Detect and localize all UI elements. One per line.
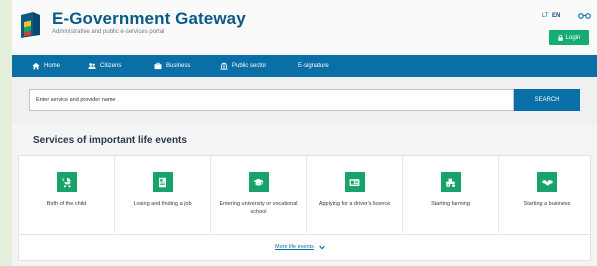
id-card-icon bbox=[349, 178, 360, 186]
card-icon-box bbox=[440, 172, 461, 192]
search-button[interactable]: SEARCH bbox=[514, 89, 580, 111]
life-event-card-farming[interactable]: Starting farming bbox=[403, 156, 499, 235]
page: E-Government Gateway Administrative and … bbox=[12, 0, 597, 266]
handshake-icon bbox=[541, 179, 553, 186]
more-life-events-label: More life events bbox=[275, 244, 314, 250]
home-icon bbox=[32, 62, 40, 70]
card-icon-box bbox=[537, 172, 557, 192]
document-icon bbox=[159, 177, 166, 187]
login-button[interactable]: Login bbox=[549, 30, 589, 45]
login-label: Login bbox=[565, 34, 581, 41]
briefcase-icon bbox=[154, 62, 162, 70]
card-label: Starting a business bbox=[523, 201, 571, 207]
portal-logo-icon[interactable] bbox=[19, 11, 42, 39]
language-lt-link[interactable]: LT bbox=[542, 13, 549, 19]
chevron-down-icon bbox=[318, 245, 325, 249]
life-events-heading: Services of important life events bbox=[33, 135, 187, 146]
nav-item-public-sector[interactable]: Public sector bbox=[220, 55, 266, 77]
site-header: E-Government Gateway Administrative and … bbox=[12, 0, 597, 53]
more-life-events-link[interactable]: More life events bbox=[275, 244, 325, 250]
nav-label: Home bbox=[44, 63, 61, 69]
search-area: Enter service and provider name SEARCH bbox=[12, 77, 597, 123]
card-label: Applying for a driver's licence bbox=[318, 201, 391, 207]
nav-label: Business bbox=[166, 63, 191, 69]
card-icon-box bbox=[248, 172, 269, 192]
nav-item-citizens[interactable]: Citizens bbox=[88, 55, 121, 77]
card-icon-box bbox=[56, 172, 77, 192]
nav-label: E-signature bbox=[298, 63, 329, 69]
life-events-grid: Birth of the child Losing and finding a … bbox=[18, 155, 591, 235]
life-event-card-job[interactable]: Losing and finding a job bbox=[115, 156, 211, 235]
search-input[interactable]: Enter service and provider name bbox=[29, 89, 514, 111]
building-icon bbox=[220, 62, 228, 70]
nav-item-e-signature[interactable]: E-signature bbox=[298, 55, 329, 77]
site-subtitle: Administrative and public e-services por… bbox=[52, 29, 165, 35]
nav-label: Public sector bbox=[232, 63, 267, 69]
life-event-card-business[interactable]: Starting a business bbox=[499, 156, 595, 235]
nav-item-business[interactable]: Business bbox=[154, 55, 190, 77]
nav-item-home[interactable]: Home bbox=[32, 55, 60, 77]
main-nav: Home Citizens Business Public sector E-s… bbox=[12, 55, 597, 77]
nav-label: Citizens bbox=[100, 63, 122, 69]
card-label: Starting farming bbox=[431, 201, 470, 207]
glasses-icon[interactable] bbox=[578, 12, 591, 19]
lock-icon bbox=[557, 34, 563, 41]
window-frame bbox=[0, 0, 12, 266]
card-icon-box bbox=[344, 172, 365, 192]
people-icon bbox=[88, 63, 96, 69]
card-label: Entering university or vocational school bbox=[219, 201, 298, 215]
card-label: Losing and finding a job bbox=[133, 201, 192, 207]
card-label: Birth of the child bbox=[46, 201, 87, 207]
life-event-card-birth[interactable]: Birth of the child bbox=[19, 156, 115, 235]
card-icon-box bbox=[152, 172, 173, 192]
stroller-icon bbox=[62, 177, 71, 187]
tractor-icon bbox=[446, 178, 455, 187]
site-title[interactable]: E-Government Gateway bbox=[52, 9, 246, 29]
more-events-bar: More life events bbox=[18, 235, 591, 261]
life-event-card-university[interactable]: Entering university or vocational school bbox=[211, 156, 307, 235]
language-en-link[interactable]: EN bbox=[552, 13, 560, 19]
life-event-card-drivers-licence[interactable]: Applying for a driver's licence bbox=[307, 156, 403, 235]
graduation-cap-icon bbox=[253, 178, 264, 186]
